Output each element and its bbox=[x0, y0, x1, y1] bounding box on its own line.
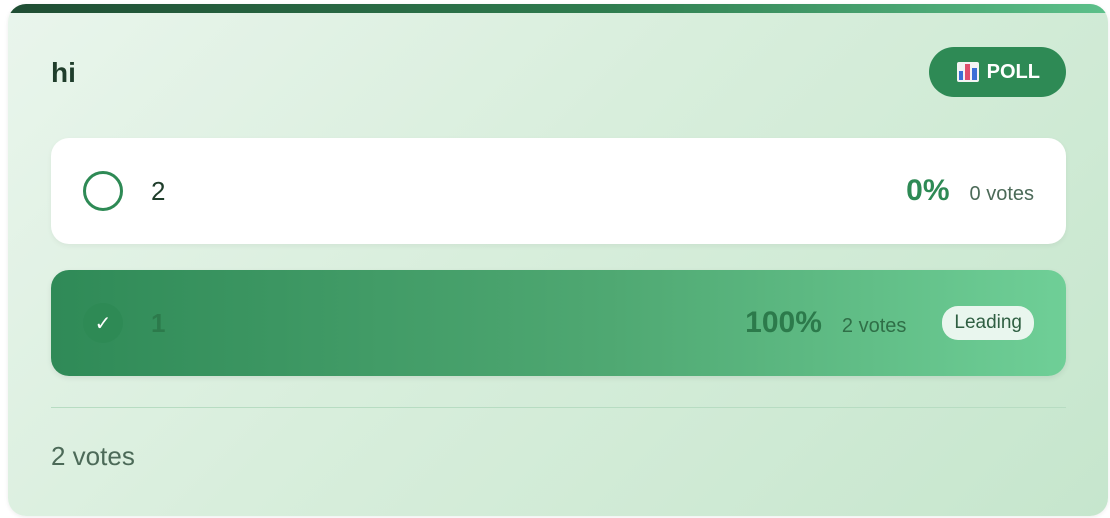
radio-unselected-icon[interactable] bbox=[83, 171, 123, 211]
poll-badge: POLL bbox=[928, 47, 1066, 97]
poll-option-selected[interactable]: ✓ 1 100% 2 votes Leading bbox=[51, 270, 1066, 376]
checkmark-icon[interactable]: ✓ bbox=[83, 303, 123, 343]
poll-option-label: 1 bbox=[151, 308, 166, 338]
leading-badge: Leading bbox=[942, 306, 1034, 340]
total-votes: 2 votes bbox=[51, 441, 135, 471]
poll-question: hi bbox=[51, 57, 76, 88]
poll-option-stats: 100% 2 votes Leading bbox=[745, 306, 1034, 340]
poll-option[interactable]: 2 0% 0 votes bbox=[51, 138, 1066, 244]
poll-option-label: 2 bbox=[151, 176, 166, 206]
bar-chart-icon bbox=[956, 62, 979, 82]
divider bbox=[51, 407, 1066, 408]
poll-badge-label: POLL bbox=[986, 60, 1040, 83]
poll-option-votes: 2 votes bbox=[841, 315, 907, 337]
poll-option-percent: 0% bbox=[906, 174, 950, 207]
poll-option-votes: 0 votes bbox=[969, 183, 1034, 205]
top-accent-bar bbox=[8, 4, 1108, 13]
poll-option-percent: 100% bbox=[745, 306, 822, 339]
poll-option-stats: 0% 0 votes bbox=[906, 174, 1034, 208]
poll-card: hi POLL 2 0% 0 votes ✓ 1 100% 2 votes Le… bbox=[8, 4, 1108, 516]
